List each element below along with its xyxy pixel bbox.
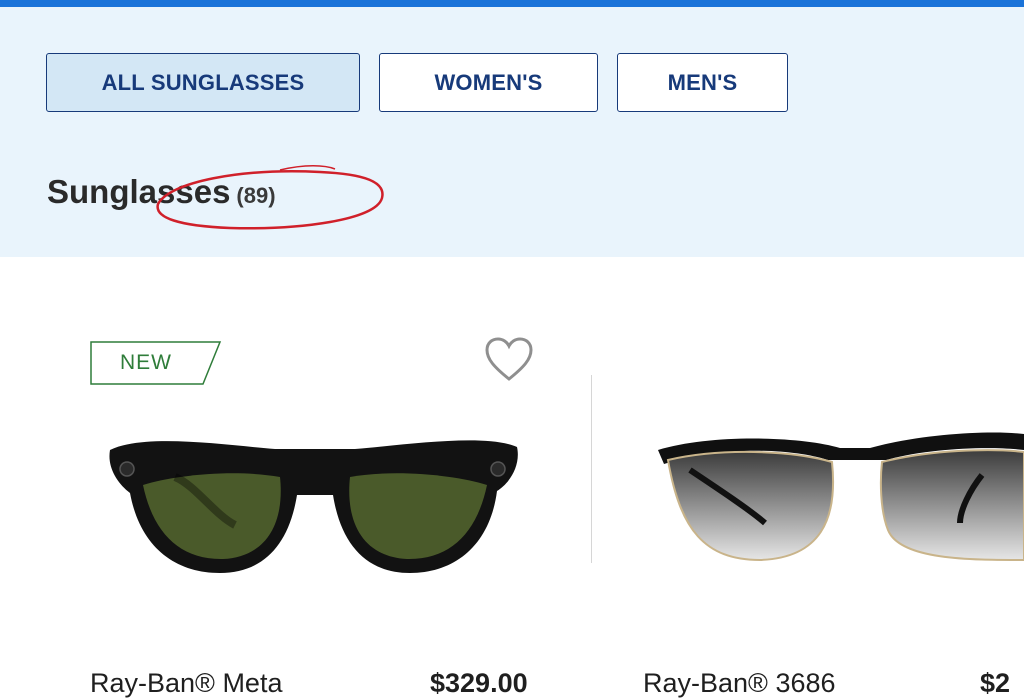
product-price: $329.00 [430,668,528,698]
product-image-3686[interactable] [650,420,1024,570]
product-name[interactable]: Ray-Ban® 3686 [643,668,836,699]
new-badge-label: NEW [120,351,172,374]
tab-all-sunglasses[interactable]: ALL SUNGLASSES [46,53,360,112]
card-divider [591,375,592,563]
product-name[interactable]: Ray-Ban® Meta [90,668,282,699]
product-price: $2 [980,668,1011,698]
red-circle-annotation [156,165,384,230]
tab-mens[interactable]: MEN'S [617,53,788,112]
top-accent-bar [0,0,1024,7]
heart-icon[interactable] [484,337,534,383]
product-image-meta[interactable] [105,425,525,585]
tab-womens[interactable]: WOMEN'S [379,53,598,112]
